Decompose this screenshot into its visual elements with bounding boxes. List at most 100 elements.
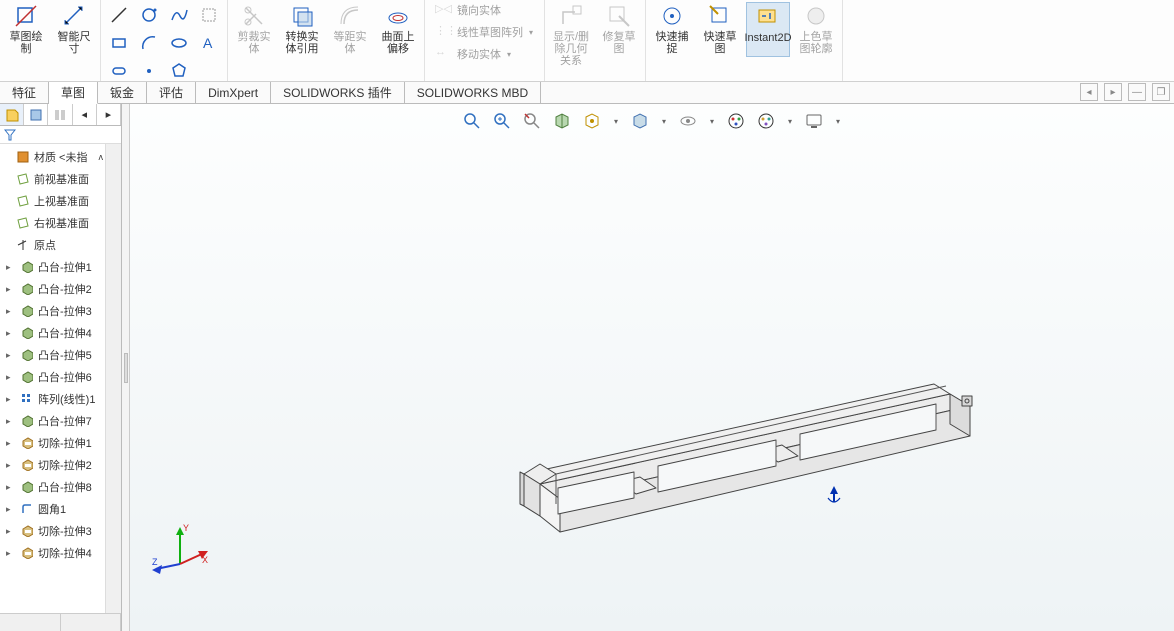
scene-dropdown[interactable]: ▾ [785,110,795,132]
tree-feature-item[interactable]: ▸凸台-拉伸5 [0,344,105,366]
tree-scrollbar[interactable] [105,144,121,613]
rapid-sketch-icon [708,4,732,28]
tab-evaluate[interactable]: 评估 [147,82,196,104]
restore-button[interactable]: ❐ [1152,83,1170,101]
prev-view-button[interactable]: ◂ [1080,83,1098,101]
minimize-button[interactable]: — [1128,83,1146,101]
expander-icon[interactable]: ▸ [6,504,16,515]
tree-feature-item[interactable]: ▸凸台-拉伸7 [0,410,105,432]
view-orient-dropdown[interactable]: ▾ [611,110,621,132]
tab-dimxpert[interactable]: DimXpert [196,82,271,104]
feature-tree[interactable]: 材质 <未指ʌ 前视基准面 上视基准面 右视基准面 原点 ▸凸台-拉伸1▸凸台-… [0,144,105,613]
expander-icon[interactable]: ▸ [6,526,16,537]
expander-icon[interactable]: ▸ [6,394,16,405]
shaded-contour-button[interactable]: 上色草图轮廓 [794,2,838,57]
tree-top-plane[interactable]: 上视基准面 [0,190,105,212]
expander-icon[interactable]: ▸ [6,460,16,471]
tree-right-plane[interactable]: 右视基准面 [0,212,105,234]
tab-mbd[interactable]: SOLIDWORKS MBD [405,82,541,104]
offset-button[interactable]: 曲面上偏移 [376,2,420,57]
scene-button[interactable] [755,110,777,132]
point-tool[interactable] [135,58,163,84]
repair-button[interactable]: 修复草图 [597,2,641,69]
expander-icon[interactable]: ▸ [6,482,16,493]
graphics-viewport[interactable]: ▾ ▾ ▾ ▾ ▾ [130,104,1174,631]
expander-icon[interactable]: ▸ [6,328,16,339]
filter-bar[interactable] [0,126,121,144]
rect-tool[interactable] [105,30,133,56]
convert-button[interactable]: 转换实体引用 [280,2,324,57]
line-tool[interactable] [105,2,133,28]
nav-left-tab[interactable]: ◂ [73,104,97,125]
expander-icon[interactable]: ▸ [6,548,16,559]
spline-tool[interactable] [165,2,193,28]
ribbon-group-sketch: 草图绘制 智能尺寸 [0,0,101,81]
tree-front-plane-label: 前视基准面 [34,171,89,187]
tree-feature-item[interactable]: ▸切除-拉伸1 [0,432,105,454]
panel-bottom-seg2[interactable] [61,614,122,631]
tree-material[interactable]: 材质 <未指ʌ [0,146,105,168]
trim-button[interactable]: 剪裁实体 [232,2,276,57]
hide-show-dropdown[interactable]: ▾ [707,110,717,132]
appearance-button[interactable] [725,110,747,132]
polygon-tool[interactable] [165,58,193,84]
tree-feature-item[interactable]: ▸ 凸台-拉伸2 [0,278,105,300]
tree-feature-item[interactable]: ▸凸台-拉伸3 [0,300,105,322]
tree-feature-item[interactable]: ▸凸台-拉伸1 [0,256,105,278]
expander-icon[interactable]: ▸ [6,372,16,383]
rapid-sketch-button[interactable]: 快速草图 [698,2,742,57]
equidist-button[interactable]: 等距实体 [328,2,372,57]
arc-tool[interactable] [135,30,163,56]
nav-right-tab[interactable]: ▸ [97,104,121,125]
tree-front-plane[interactable]: 前视基准面 [0,168,105,190]
fi-tool[interactable] [195,2,223,28]
tree-feature-item[interactable]: ▸凸台-拉伸6 [0,366,105,388]
reference-triad[interactable]: Y X Z [150,519,210,579]
feature-icon [20,502,34,516]
tab-sheetmetal[interactable]: 钣金 [98,82,147,104]
tab-sketch[interactable]: 草图 [49,82,98,104]
zoom-fit-button[interactable] [461,110,483,132]
circle-tool[interactable] [135,2,163,28]
expander-icon[interactable]: ▸ [6,284,16,295]
feature-tree-tab[interactable] [0,104,24,125]
view-settings-dropdown[interactable]: ▾ [833,110,843,132]
ellipse-tool[interactable] [165,30,193,56]
slot-tool[interactable] [105,58,133,84]
tree-feature-item[interactable]: ▸凸台-拉伸4 [0,322,105,344]
tree-feature-item[interactable]: ▸凸台-拉伸8 [0,476,105,498]
quick-snap-button[interactable]: 快速捕捉 [650,2,694,57]
view-settings-button[interactable] [803,110,825,132]
prev-view-hud[interactable] [521,110,543,132]
tree-feature-item[interactable]: ▸切除-拉伸4 [0,542,105,564]
instant2d-button[interactable]: Instant2D [746,2,790,57]
tab-feature[interactable]: 特征 [0,82,49,104]
section-view-button[interactable] [551,110,573,132]
tree-feature-item[interactable]: ▸阵列(线性)1 [0,388,105,410]
text-tool[interactable]: A [195,30,223,56]
panel-splitter[interactable] [122,104,130,631]
display-style-dropdown[interactable]: ▾ [659,110,669,132]
property-tab[interactable] [24,104,48,125]
panel-bottom-seg1[interactable] [0,614,61,631]
next-view-button[interactable]: ▸ [1104,83,1122,101]
tree-feature-item[interactable]: ▸切除-拉伸3 [0,520,105,542]
expander-icon[interactable]: ▸ [6,438,16,449]
display-style-button[interactable] [629,110,651,132]
view-orient-button[interactable] [581,110,603,132]
expander-icon[interactable]: ▸ [6,350,16,361]
tree-feature-item[interactable]: ▸切除-拉伸2 [0,454,105,476]
expander-icon[interactable]: ▸ [6,416,16,427]
expander-icon[interactable]: ▸ [6,262,16,273]
tree-feature-item[interactable]: ▸圆角1 [0,498,105,520]
config-tab[interactable] [48,104,72,125]
tab-addins[interactable]: SOLIDWORKS 插件 [271,82,405,104]
tree-origin[interactable]: 原点 [0,234,105,256]
hide-show-button[interactable] [677,110,699,132]
zoom-area-button[interactable] [491,110,513,132]
tree-feature-label: 凸台-拉伸2 [38,281,92,297]
expander-icon[interactable]: ▸ [6,306,16,317]
display-relations-button[interactable]: 显示/删除几何关系 [549,2,593,69]
smart-dim-button[interactable]: 智能尺寸 [52,2,96,57]
sketch-draw-button[interactable]: 草图绘制 [4,2,48,57]
